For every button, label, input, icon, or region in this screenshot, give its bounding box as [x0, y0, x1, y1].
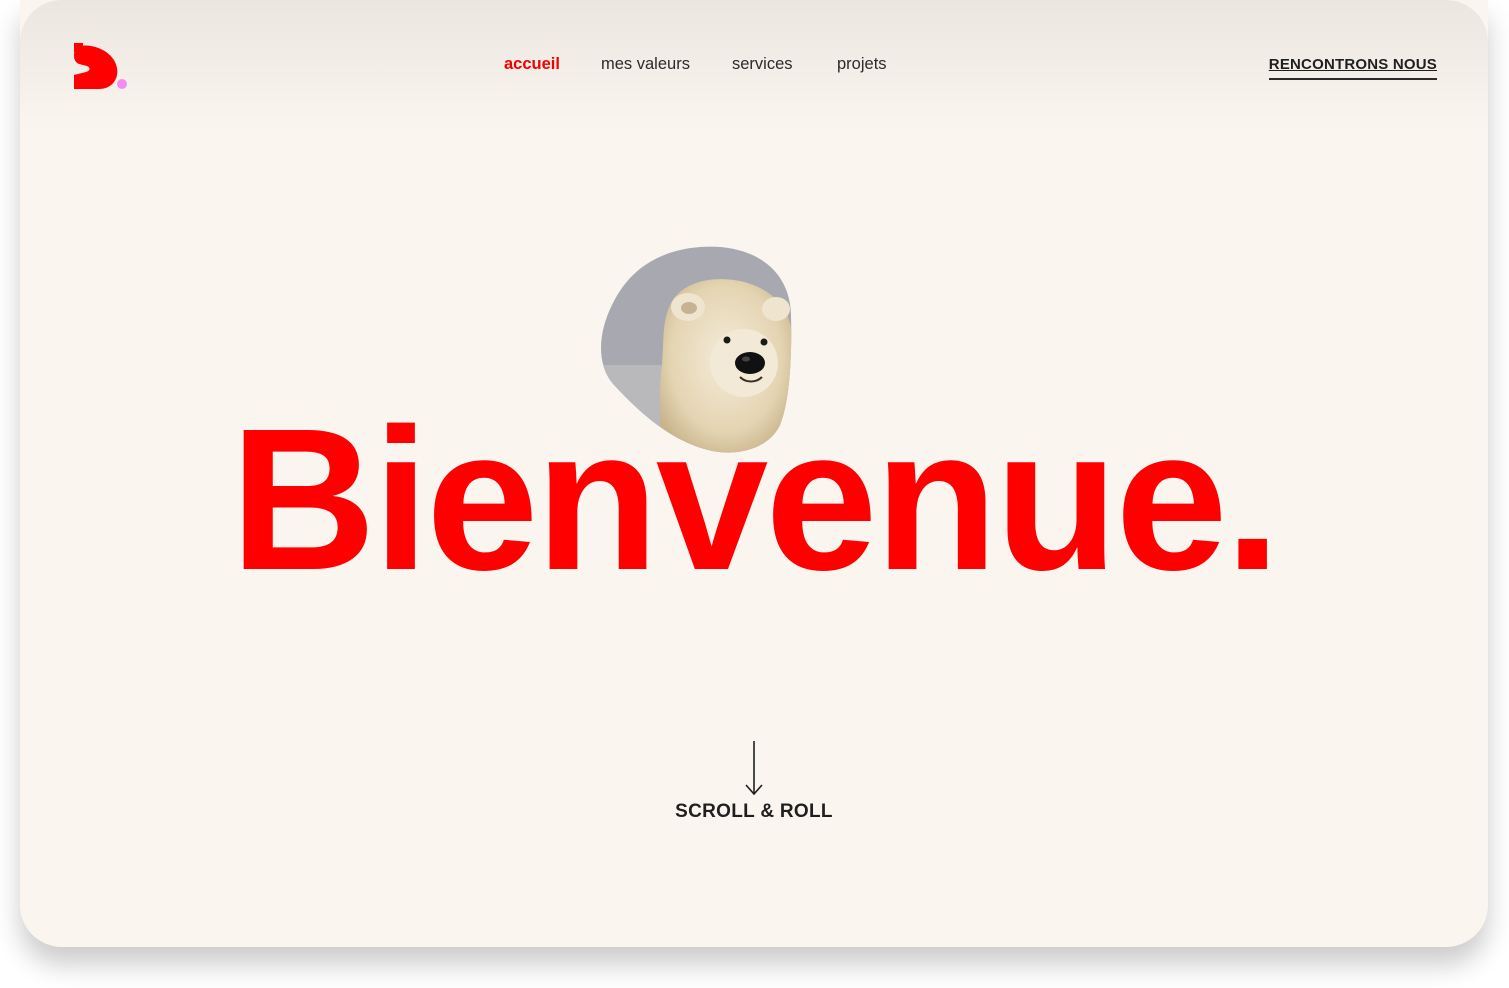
hero-title: Bienvenue.	[230, 386, 1281, 612]
scroll-label[interactable]: SCROLL & ROLL	[20, 801, 1488, 823]
nav-item-mes-valeurs[interactable]: mes valeurs	[601, 55, 690, 74]
nav-item-accueil[interactable]: accueil	[504, 55, 560, 74]
contact-cta-button[interactable]: RENCONTRONS NOUS	[1268, 56, 1437, 80]
nav-item-projets[interactable]: projets	[837, 55, 887, 74]
nav-item-services[interactable]: services	[732, 55, 793, 74]
page-frame: accueil mes valeurs services projets REN…	[20, 0, 1488, 947]
arrow-down-icon[interactable]	[742, 741, 766, 797]
